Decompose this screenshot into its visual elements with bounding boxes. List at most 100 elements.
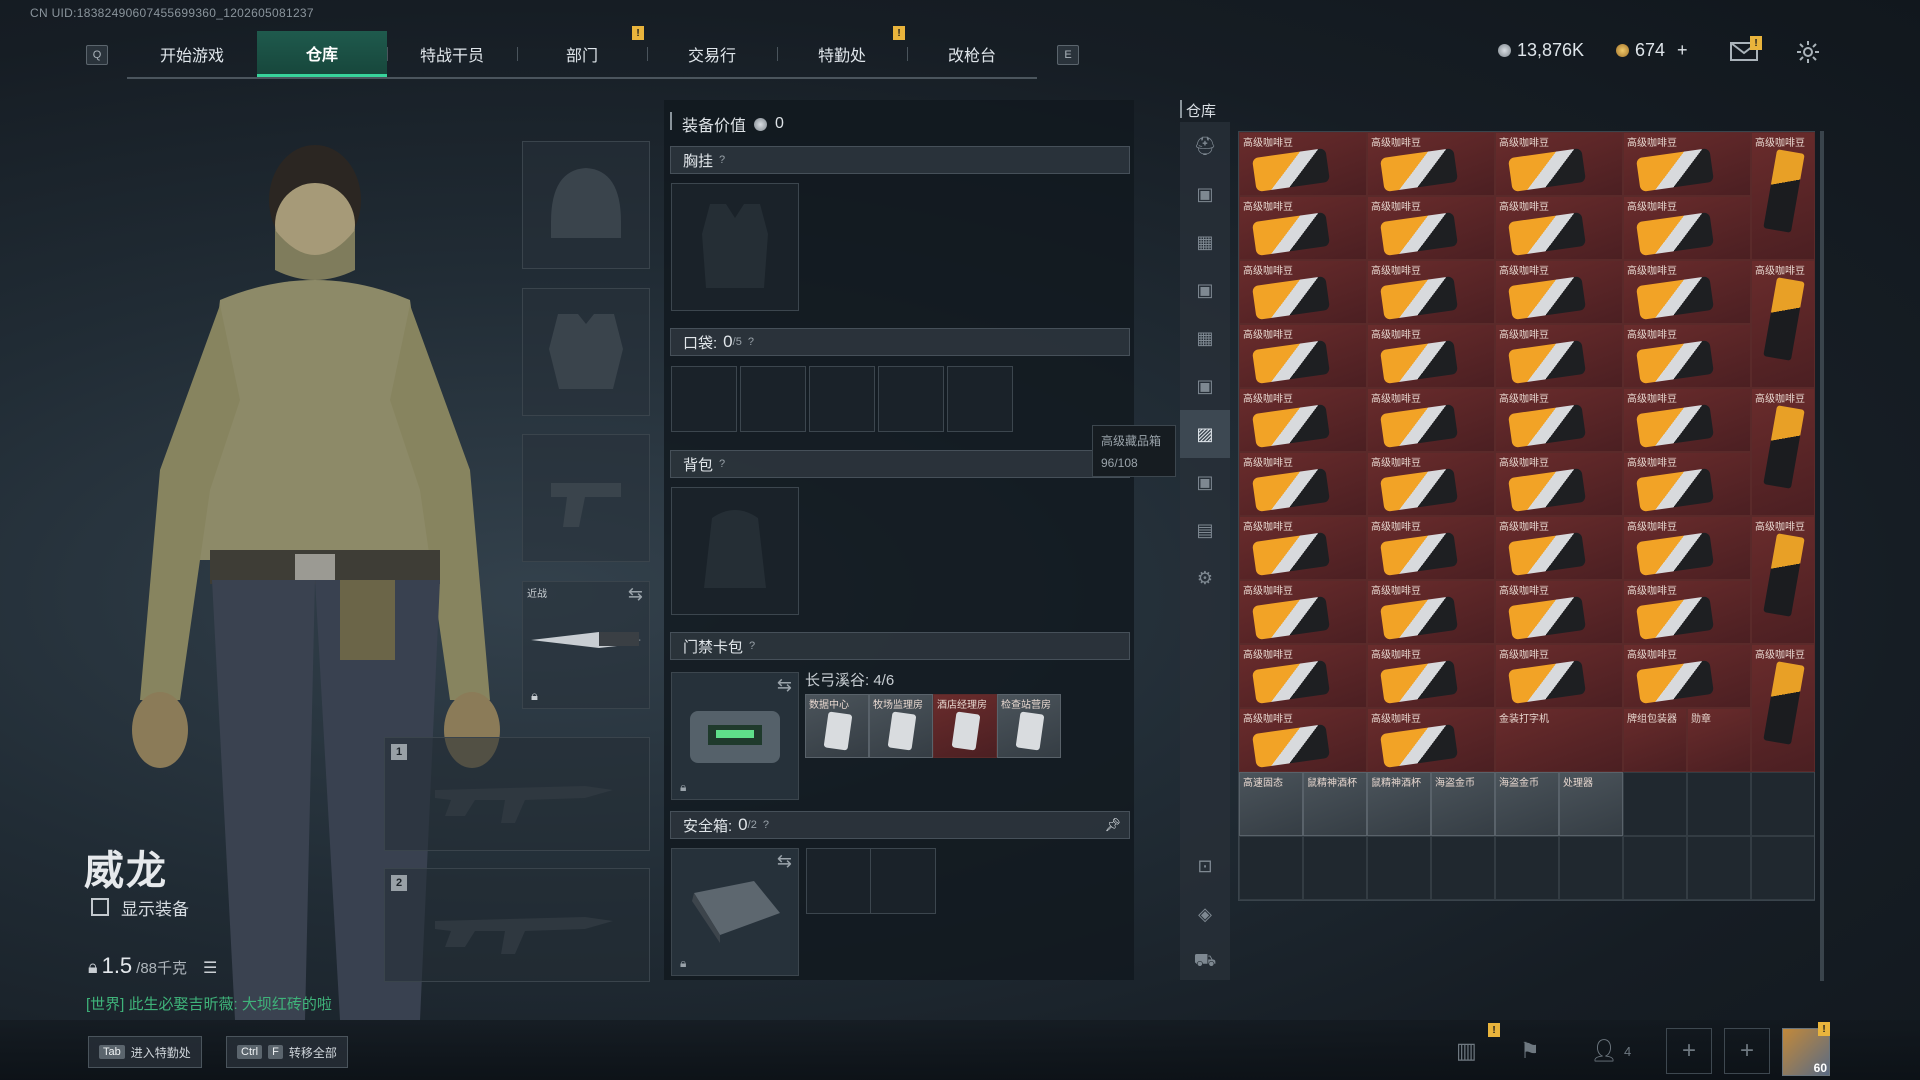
warehouse-item[interactable]: 高级咖啡豆 [1623,260,1751,324]
pocket-slot[interactable] [740,366,806,432]
swap-keycard-icon[interactable]: ⇆ [777,675,792,696]
warehouse-item[interactable]: 高级咖啡豆 [1495,388,1623,452]
keycard-item[interactable]: 数据中心 [805,694,869,758]
warehouse-item[interactable]: 高级咖啡豆 [1495,196,1623,260]
safebox-help-icon[interactable]: ? [763,819,769,831]
warehouse-item[interactable]: 高级咖啡豆 [1239,644,1367,708]
empty-grid-cell[interactable] [1687,772,1751,836]
warehouse-item[interactable]: 高级咖啡豆 [1623,580,1751,644]
chest-rig-help-icon[interactable]: ? [719,154,725,166]
warehouse-item[interactable]: 高级咖啡豆 [1623,516,1751,580]
primary-weapon-slot-2[interactable]: 2 [384,868,650,982]
warehouse-item[interactable]: 高级咖啡豆 [1367,196,1495,260]
empty-grid-cell[interactable] [1559,836,1623,900]
layers-icon[interactable]: ◈ [1180,890,1230,938]
pocket-slot[interactable] [947,366,1013,432]
tab-trading[interactable]: 交易行 [647,31,777,77]
category-icon[interactable]: ▦ [1180,314,1230,362]
empty-grid-cell[interactable] [1367,836,1431,900]
next-tab-key[interactable]: E [1057,45,1079,65]
tab-department[interactable]: 部门 [517,31,647,77]
warehouse-item[interactable]: 海盗金币 [1495,772,1559,836]
empty-grid-cell[interactable] [1623,836,1687,900]
warehouse-item[interactable]: 高级咖啡豆 [1367,644,1495,708]
invite-slot-button[interactable]: + [1666,1028,1712,1074]
warehouse-item[interactable]: 鼠精神酒杯 [1303,772,1367,836]
keycard-item[interactable]: 牧场监理房 [869,694,933,758]
show-gear-checkbox[interactable] [91,898,109,916]
warehouse-item[interactable]: 高级咖啡豆 [1751,260,1815,388]
empty-grid-cell[interactable] [1751,772,1815,836]
warehouse-item[interactable]: 高级咖啡豆 [1623,452,1751,516]
category-icon[interactable]: ▤ [1180,506,1230,554]
warehouse-item[interactable]: 高级咖啡豆 [1367,132,1495,196]
warehouse-item[interactable]: 高级咖啡豆 [1495,580,1623,644]
warehouse-item[interactable]: 高级咖啡豆 [1367,324,1495,388]
category-icon[interactable]: ▣ [1180,458,1230,506]
warehouse-item[interactable]: 高级咖啡豆 [1239,260,1367,324]
warehouse-item[interactable]: 高级咖啡豆 [1751,132,1815,260]
empty-grid-cell[interactable] [1431,836,1495,900]
backpack-slot[interactable] [671,487,799,615]
tab-warehouse[interactable]: 仓库 [257,31,387,77]
warehouse-item[interactable]: 高级咖啡豆 [1623,644,1751,708]
empty-grid-cell[interactable] [1303,836,1367,900]
warehouse-item[interactable]: 高级咖啡豆 [1623,196,1751,260]
safebox-item-slot[interactable] [806,848,872,914]
tab-start-game[interactable]: 开始游戏 [127,31,257,77]
warehouse-item[interactable]: 勋章 [1687,708,1751,772]
transfer-all-button[interactable]: Ctrl F 转移全部 [226,1036,348,1068]
tab-operators[interactable]: 特战干员 [387,31,517,77]
world-chat-line[interactable]: [世界] 此生必娶吉昕薇: 大坝红砖的啦 [86,993,332,1014]
swap-safebox-icon[interactable]: ⇆ [777,851,792,872]
friends-icon[interactable]: 👤︎ 4 [1590,1038,1631,1064]
keycard-help-icon[interactable]: ? [749,640,755,652]
helmet-category-icon[interactable]: ⛑ [1180,122,1230,170]
backpack-help-icon[interactable]: ? [719,458,725,470]
flag-icon[interactable]: ⚑ [1520,1038,1540,1064]
stats-chart-icon[interactable]: ▥ [1456,1038,1477,1064]
warehouse-item[interactable]: 高级咖啡豆 [1495,516,1623,580]
settings-category-icon[interactable]: ⚙ [1180,554,1230,602]
warehouse-item[interactable]: 高级咖啡豆 [1367,452,1495,516]
warehouse-item[interactable]: 高级咖啡豆 [1367,580,1495,644]
warehouse-item[interactable]: 高级咖啡豆 [1239,708,1367,772]
melee-slot[interactable]: 近战 ⇆ 🔒︎ [522,581,650,709]
warehouse-item[interactable]: 高级咖啡豆 [1239,452,1367,516]
warehouse-item[interactable]: 高速固态 [1239,772,1303,836]
tab-special-ops[interactable]: 特勤处 [777,31,907,77]
warehouse-item[interactable]: 高级咖啡豆 [1367,388,1495,452]
warehouse-item[interactable]: 高级咖啡豆 [1751,644,1815,772]
tab-gunsmith[interactable]: 改枪台 [907,31,1037,77]
category-icon[interactable]: ▣ [1180,266,1230,314]
warehouse-item[interactable]: 高级咖啡豆 [1239,132,1367,196]
warehouse-item[interactable]: 金装打字机 [1495,708,1623,772]
warehouse-item[interactable]: 高级咖啡豆 [1239,196,1367,260]
pocket-slot[interactable] [671,366,737,432]
pockets-help-icon[interactable]: ? [748,336,754,348]
warehouse-item[interactable]: 高级咖啡豆 [1495,132,1623,196]
chest-rig-slot[interactable] [671,183,799,311]
warehouse-item[interactable]: 高级咖啡豆 [1239,516,1367,580]
category-icon[interactable]: ▣ [1180,362,1230,410]
warehouse-item[interactable]: 高级咖啡豆 [1239,388,1367,452]
category-icon[interactable]: ▦ [1180,218,1230,266]
warehouse-item[interactable]: 高级咖啡豆 [1367,708,1495,772]
pocket-slot[interactable] [809,366,875,432]
warehouse-item[interactable]: 高级咖啡豆 [1495,644,1623,708]
warehouse-item[interactable]: 高级咖啡豆 [1495,452,1623,516]
warehouse-item[interactable]: 鼠精神酒杯 [1367,772,1431,836]
warehouse-item[interactable]: 高级咖啡豆 [1751,388,1815,516]
empty-grid-cell[interactable] [1495,836,1559,900]
warehouse-item[interactable]: 高级咖啡豆 [1495,324,1623,388]
empty-grid-cell[interactable] [1687,836,1751,900]
empty-grid-cell[interactable] [1751,836,1815,900]
keycard-case-slot[interactable]: ⇆ 🔒︎ [671,672,799,800]
prev-tab-key[interactable]: Q [86,45,108,65]
sidearm-slot[interactable] [522,434,650,562]
primary-weapon-slot-1[interactable]: 1 [384,737,650,851]
helmet-slot[interactable] [522,141,650,269]
swap-melee-icon[interactable]: ⇆ [628,584,643,605]
warehouse-item[interactable]: 高级咖啡豆 [1495,260,1623,324]
warehouse-item[interactable]: 高级咖啡豆 [1623,324,1751,388]
